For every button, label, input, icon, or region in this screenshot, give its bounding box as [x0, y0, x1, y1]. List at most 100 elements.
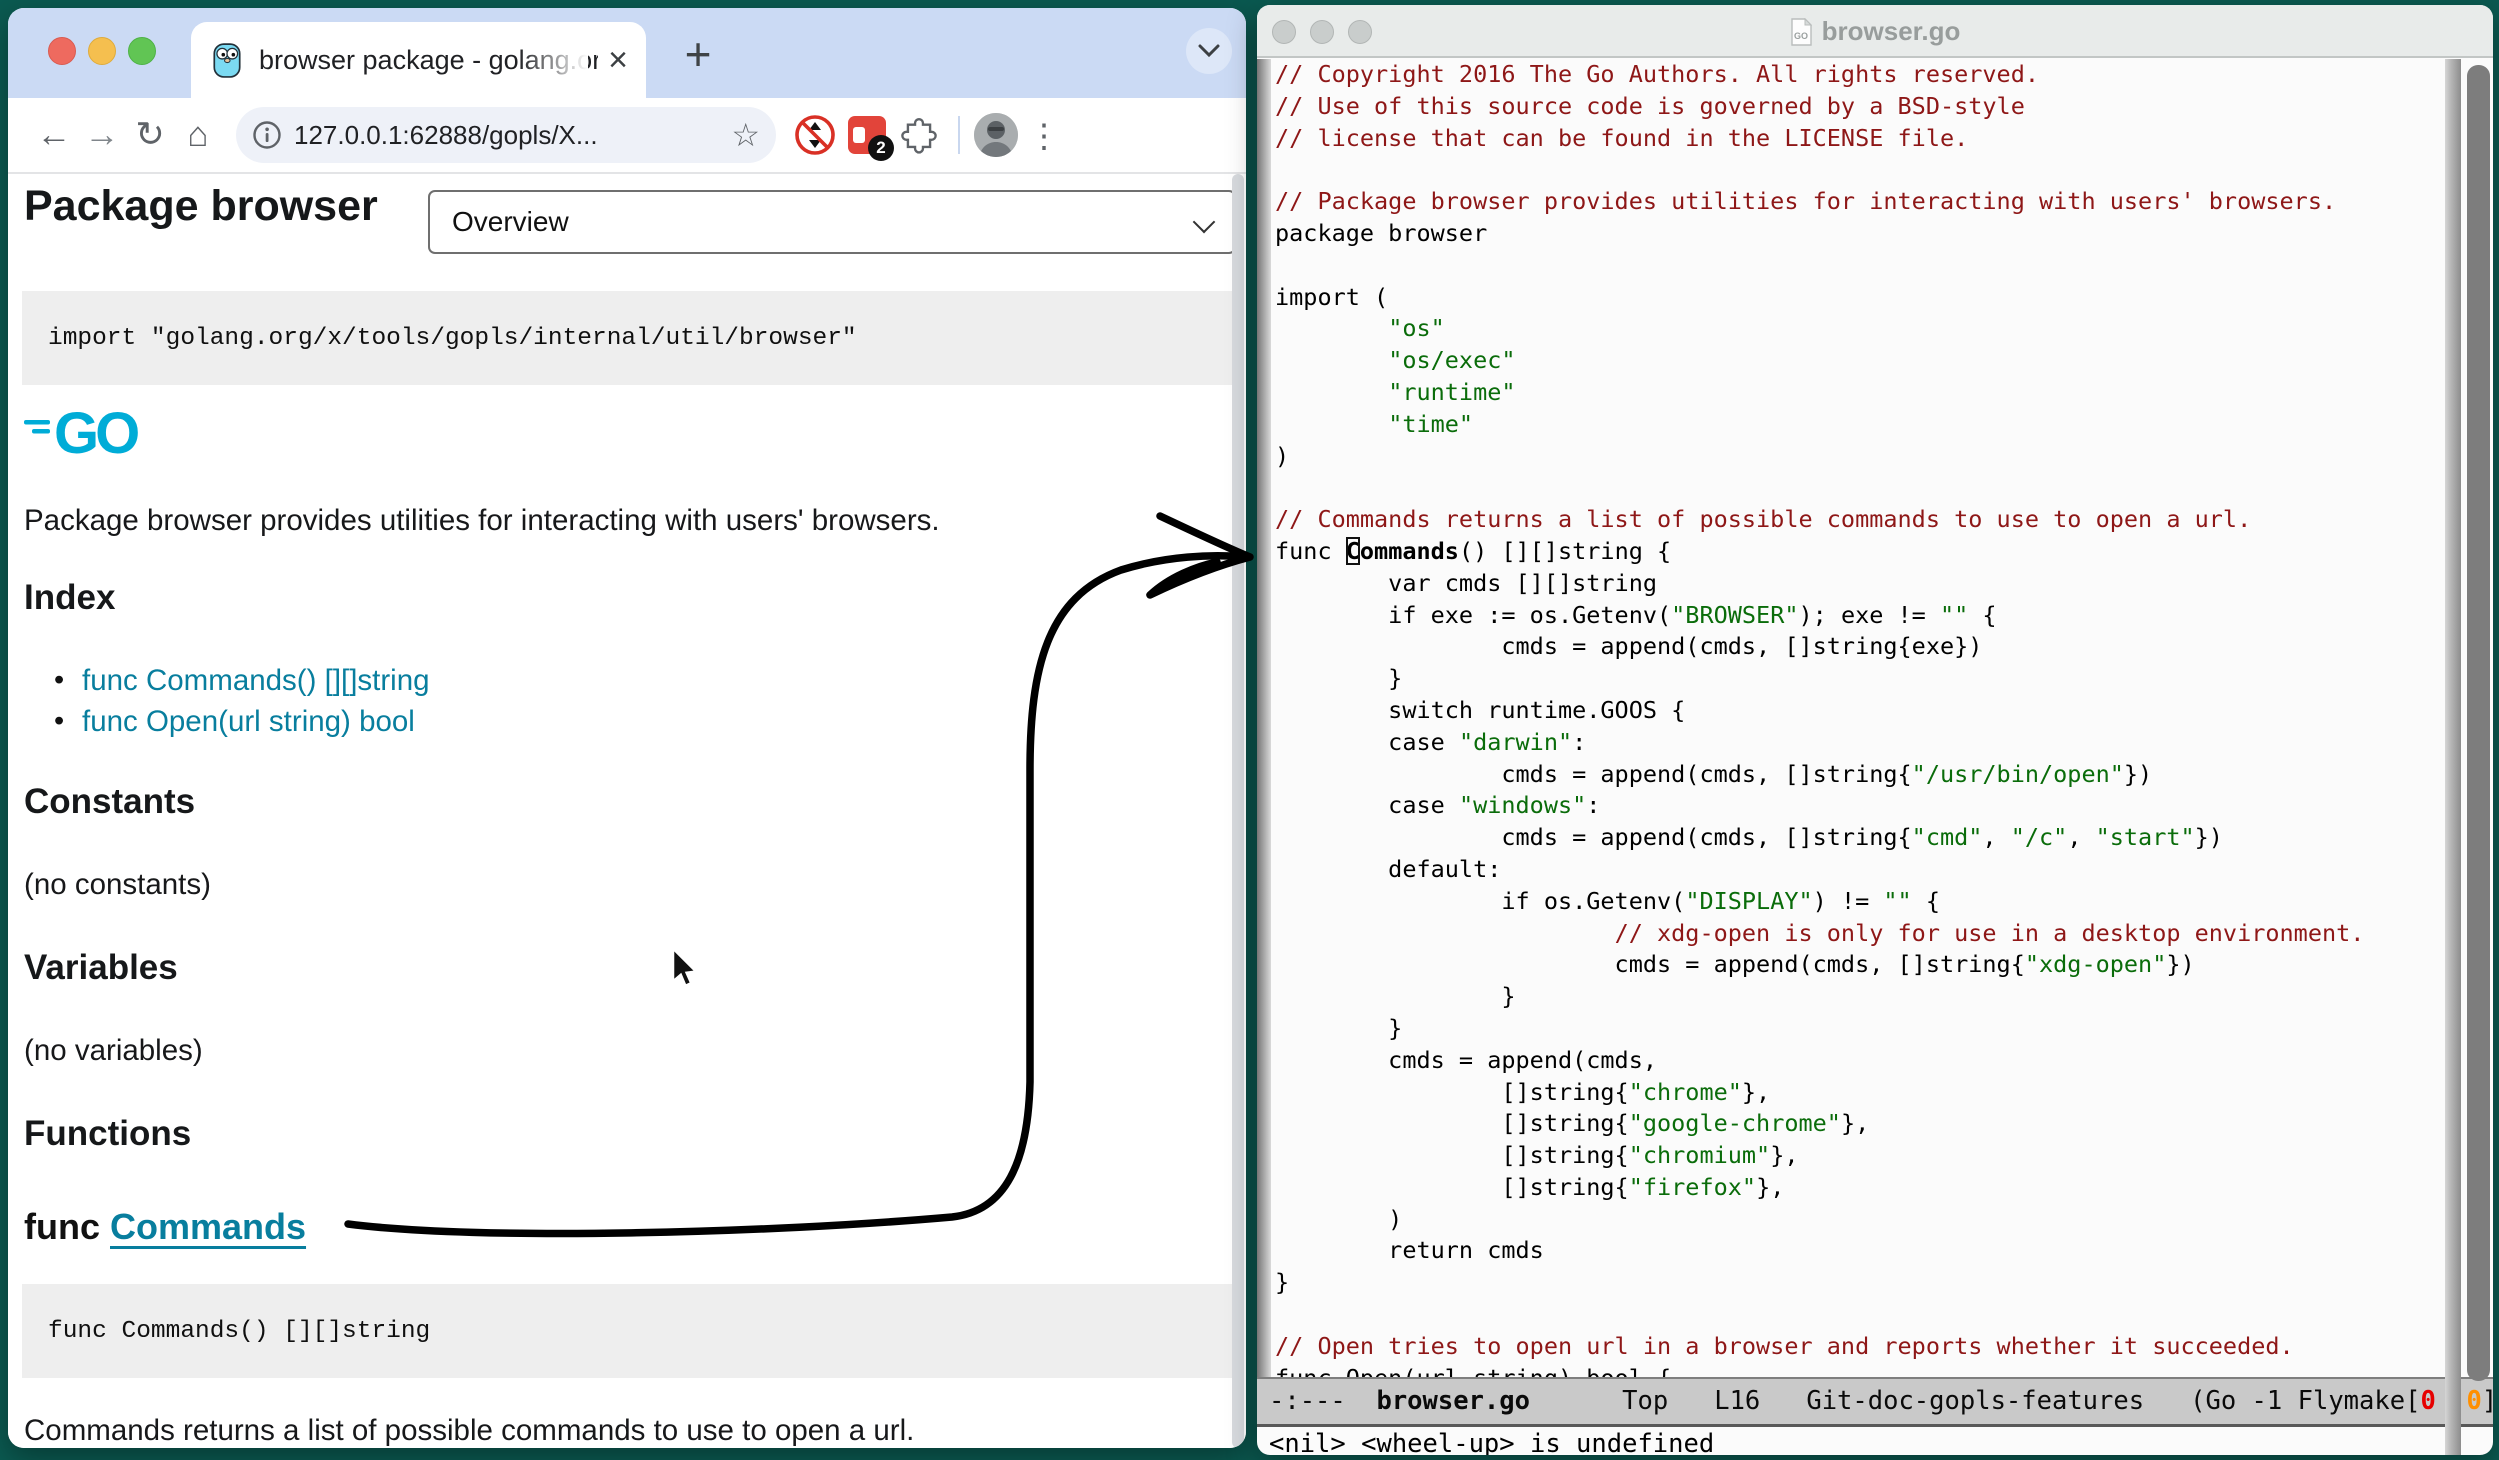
- browser-toolbar: ← → ↻ ⌂ 127.0.0.1:62888/gopls/X... ☆: [8, 98, 1246, 174]
- go-file-icon: GO: [1790, 18, 1812, 46]
- code-line: [1275, 250, 2463, 282]
- extensions-puzzle-icon[interactable]: [894, 116, 944, 154]
- code-line: []string{"google-chrome"},: [1275, 1108, 2463, 1140]
- overview-select[interactable]: Overview: [428, 190, 1236, 254]
- extension-icon[interactable]: 2: [848, 116, 886, 154]
- code-line: // license that can be found in the LICE…: [1275, 123, 2463, 155]
- constants-empty: (no constants): [24, 868, 211, 902]
- list-item: func Open(url string) bool: [50, 701, 430, 742]
- editor-scrollbar[interactable]: [2467, 65, 2490, 1381]
- code-line: cmds = append(cmds, []string{exe}): [1275, 631, 2463, 663]
- browser-tab[interactable]: browser package - golang.org ×: [191, 22, 646, 98]
- editor-right-edge: [2445, 59, 2461, 1455]
- index-list: func Commands() [][]string func Open(url…: [50, 660, 430, 742]
- svg-text:GO: GO: [54, 401, 138, 466]
- func-commands-link[interactable]: Commands: [110, 1206, 306, 1247]
- extension-glyph: [853, 127, 865, 143]
- browser-window: browser package - golang.org × + ← → ↻ ⌂: [8, 8, 1246, 1448]
- code-line: }: [1275, 1013, 2463, 1045]
- code-line: []string{"chromium"},: [1275, 1140, 2463, 1172]
- code-line: if os.Getenv("DISPLAY") != "" {: [1275, 886, 2463, 918]
- desktop: browser package - golang.org × + ← → ↻ ⌂: [0, 0, 2499, 1460]
- doc-page: Package browser Overview import "golang.…: [8, 174, 1246, 1448]
- code-line: default:: [1275, 854, 2463, 886]
- editor-title-group: GO browser.go: [1257, 5, 2493, 58]
- variables-empty: (no variables): [24, 1034, 203, 1068]
- code-line: "time": [1275, 409, 2463, 441]
- code-line: func Open(url string) bool {: [1275, 1363, 2463, 1377]
- home-icon[interactable]: ⌂: [174, 115, 222, 155]
- code-line: cmds = append(cmds, []string{"xdg-open"}…: [1275, 949, 2463, 981]
- forward-icon[interactable]: →: [78, 115, 126, 155]
- code-line: // xdg-open is only for use in a desktop…: [1275, 918, 2463, 950]
- code-line: // Commands returns a list of possible c…: [1275, 504, 2463, 536]
- func-description: Commands returns a list of possible comm…: [24, 1414, 914, 1448]
- bookmark-star-icon[interactable]: ☆: [731, 116, 760, 154]
- list-item: func Commands() [][]string: [50, 660, 430, 701]
- editor-left-edge: [1257, 59, 1271, 1377]
- index-heading: Index: [24, 578, 115, 618]
- func-signature: func Commands() [][]string: [48, 1318, 430, 1345]
- new-tab-button[interactable]: +: [670, 26, 726, 82]
- code-line: "os": [1275, 313, 2463, 345]
- index-link-commands[interactable]: func Commands() [][]string: [82, 664, 430, 697]
- import-box: import "golang.org/x/tools/gopls/interna…: [22, 291, 1232, 385]
- func-keyword: func: [24, 1206, 110, 1247]
- editor-window: GO browser.go // Copyright 2016 The Go A…: [1257, 5, 2493, 1455]
- constants-heading: Constants: [24, 782, 195, 822]
- code-line: package browser: [1275, 218, 2463, 250]
- code-line: cmds = append(cmds, []string{"/usr/bin/o…: [1275, 759, 2463, 791]
- tab-title-fade: [518, 22, 588, 98]
- minimize-window-button[interactable]: [88, 37, 116, 65]
- gopher-favicon: [209, 42, 245, 78]
- code-line: [1275, 472, 2463, 504]
- code-line: if exe := os.Getenv("BROWSER"); exe != "…: [1275, 600, 2463, 632]
- code-line: }: [1275, 1267, 2463, 1299]
- page-title: Package browser: [24, 182, 378, 231]
- code-line: return cmds: [1275, 1235, 2463, 1267]
- content-blocked-icon[interactable]: [790, 113, 840, 157]
- url-text: 127.0.0.1:62888/gopls/X...: [294, 120, 719, 151]
- code-line: []string{"firefox"},: [1275, 1172, 2463, 1204]
- import-line: import "golang.org/x/tools/gopls/interna…: [48, 325, 857, 352]
- code-line: cmds = append(cmds, []string{"cmd", "/c"…: [1275, 822, 2463, 854]
- reload-icon[interactable]: ↻: [126, 115, 174, 155]
- page-scrollbar[interactable]: [1232, 174, 1244, 1448]
- tab-search-button[interactable]: [1186, 28, 1232, 74]
- index-link-open[interactable]: func Open(url string) bool: [82, 705, 415, 738]
- close-window-button[interactable]: [48, 37, 76, 65]
- editor-title: browser.go: [1822, 16, 1961, 47]
- functions-heading: Functions: [24, 1114, 191, 1154]
- code-line: // Open tries to open url in a browser a…: [1275, 1331, 2463, 1363]
- tab-strip: browser package - golang.org × +: [8, 8, 1246, 98]
- back-icon[interactable]: ←: [30, 115, 78, 155]
- code-line: // Use of this source code is governed b…: [1275, 91, 2463, 123]
- menu-kebab-icon[interactable]: ⋮: [1018, 116, 1070, 155]
- variables-heading: Variables: [24, 948, 178, 988]
- site-info-icon[interactable]: [252, 120, 282, 150]
- close-tab-icon[interactable]: ×: [608, 43, 628, 77]
- address-bar[interactable]: 127.0.0.1:62888/gopls/X... ☆: [236, 107, 776, 163]
- code-line: [1275, 154, 2463, 186]
- chevron-down-icon: [1198, 44, 1220, 58]
- code-line: case "darwin":: [1275, 727, 2463, 759]
- extension-badge: 2: [868, 135, 894, 161]
- go-logo: GO: [22, 396, 172, 466]
- code-line: var cmds [][]string: [1275, 568, 2463, 600]
- code-lines: // Copyright 2016 The Go Authors. All ri…: [1275, 59, 2463, 1377]
- func-signature-box: func Commands() [][]string: [22, 1284, 1232, 1378]
- code-line: import (: [1275, 282, 2463, 314]
- code-line: []string{"chrome"},: [1275, 1077, 2463, 1109]
- code-line: // Package browser provides utilities fo…: [1275, 186, 2463, 218]
- modeline: -:--- browser.go Top L16 Git-doc-gopls-f…: [1257, 1377, 2493, 1427]
- code-line: cmds = append(cmds,: [1275, 1045, 2463, 1077]
- code-line: }: [1275, 981, 2463, 1013]
- code-line: "runtime": [1275, 377, 2463, 409]
- code-line: [1275, 1299, 2463, 1331]
- profile-avatar[interactable]: [974, 113, 1018, 157]
- code-line: ): [1275, 1204, 2463, 1236]
- zoom-window-button[interactable]: [128, 37, 156, 65]
- code-line: func Commands() [][]string {: [1275, 536, 2463, 568]
- svg-text:GO: GO: [1794, 31, 1808, 41]
- code-area[interactable]: // Copyright 2016 The Go Authors. All ri…: [1275, 59, 2463, 1377]
